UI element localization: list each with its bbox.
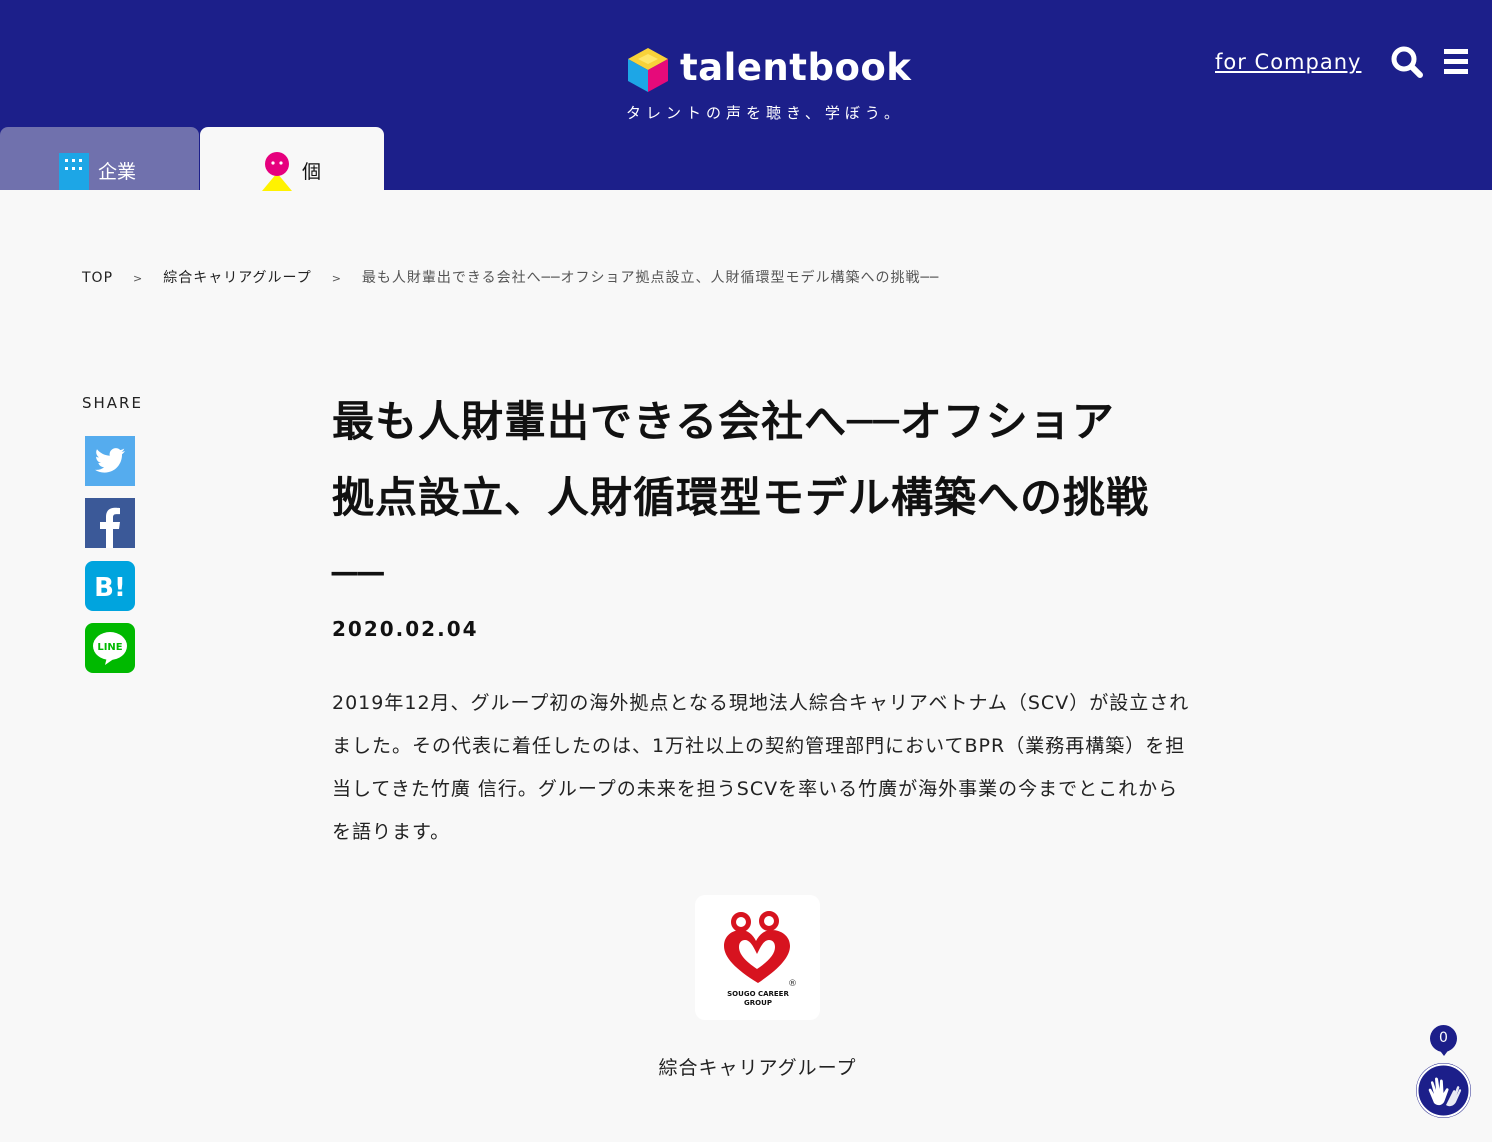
clap-hands-icon: [1416, 1063, 1471, 1118]
share-label: SHARE: [82, 394, 143, 412]
share-facebook-button[interactable]: [85, 498, 135, 548]
breadcrumb: TOP > 綜合キャリアグループ > 最も人財輩出できる会社へ──オフショア拠点設立、人…: [82, 267, 939, 287]
breadcrumb-separator: >: [331, 272, 342, 285]
article-lead: 2019年12月、グループ初の海外拠点となる現地法人綜合キャリアベトナム（SCV…: [332, 692, 1190, 843]
logo-cube-icon: [628, 48, 668, 92]
share-line-button[interactable]: LINE: [85, 623, 135, 673]
line-text: LINE: [97, 642, 122, 653]
hamburger-menu-icon[interactable]: [1444, 49, 1468, 75]
logo-text-line2: GROUP: [744, 999, 772, 1007]
sougo-career-logo: ® SOUGO CAREER GROUP: [724, 911, 797, 1007]
tagline: タレントの声を聴き、学ぼう。: [625, 104, 905, 122]
talentbook-logo[interactable]: talentbook: [624, 44, 911, 94]
clap-button[interactable]: [1416, 1063, 1471, 1118]
tab-company-label: 企業: [98, 161, 137, 183]
article-title-line3: ──: [332, 549, 385, 598]
facebook-icon: [85, 498, 135, 548]
hatena-text: B!: [94, 573, 126, 603]
breadcrumb-current: 最も人財輩出できる会社へ──オフショア拠点設立、人財循環型モデル構築への挑戦──: [361, 270, 940, 286]
article-date: 2020.02.04: [332, 617, 479, 641]
search-icon: [1391, 46, 1423, 78]
article-title-line1: 最も人財輩出できる会社へ──オフショア: [332, 397, 1115, 446]
person-icon: [262, 152, 292, 191]
building-icon: [59, 153, 89, 190]
hatena-bookmark-icon: B!: [85, 561, 135, 611]
tab-company[interactable]: 企業: [0, 127, 199, 190]
search-button[interactable]: [1391, 46, 1423, 78]
article-title: 最も人財輩出できる会社へ──オフショア 拠点設立、人財循環型モデル構築への挑戦 …: [332, 384, 1192, 612]
company-logo-card[interactable]: ® SOUGO CAREER GROUP: [695, 895, 820, 1020]
logo-text-line1: SOUGO CAREER: [727, 990, 789, 998]
line-icon: LINE: [85, 623, 135, 673]
clap-count-tail: [1438, 1048, 1450, 1056]
share-twitter-button[interactable]: [85, 436, 135, 486]
breadcrumb-separator: >: [133, 272, 144, 285]
article-title-line2: 拠点設立、人財循環型モデル構築への挑戦: [332, 473, 1150, 522]
company-name-link[interactable]: 綜合キャリアグループ: [620, 1053, 895, 1080]
breadcrumb-top[interactable]: TOP: [82, 270, 113, 286]
tab-person-label: 個: [302, 161, 322, 183]
logo-mark: ®: [788, 979, 797, 989]
tab-person[interactable]: 個: [200, 127, 384, 191]
brand-name: talentbook: [680, 46, 912, 89]
for-company-link[interactable]: for Company: [1215, 50, 1361, 74]
site-header: talentbook タレントの声を聴き、学ぼう。 for Company 企業…: [0, 0, 1492, 191]
twitter-icon: [85, 436, 135, 486]
share-hatena-button[interactable]: B!: [85, 561, 135, 611]
breadcrumb-company[interactable]: 綜合キャリアグループ: [163, 270, 311, 286]
